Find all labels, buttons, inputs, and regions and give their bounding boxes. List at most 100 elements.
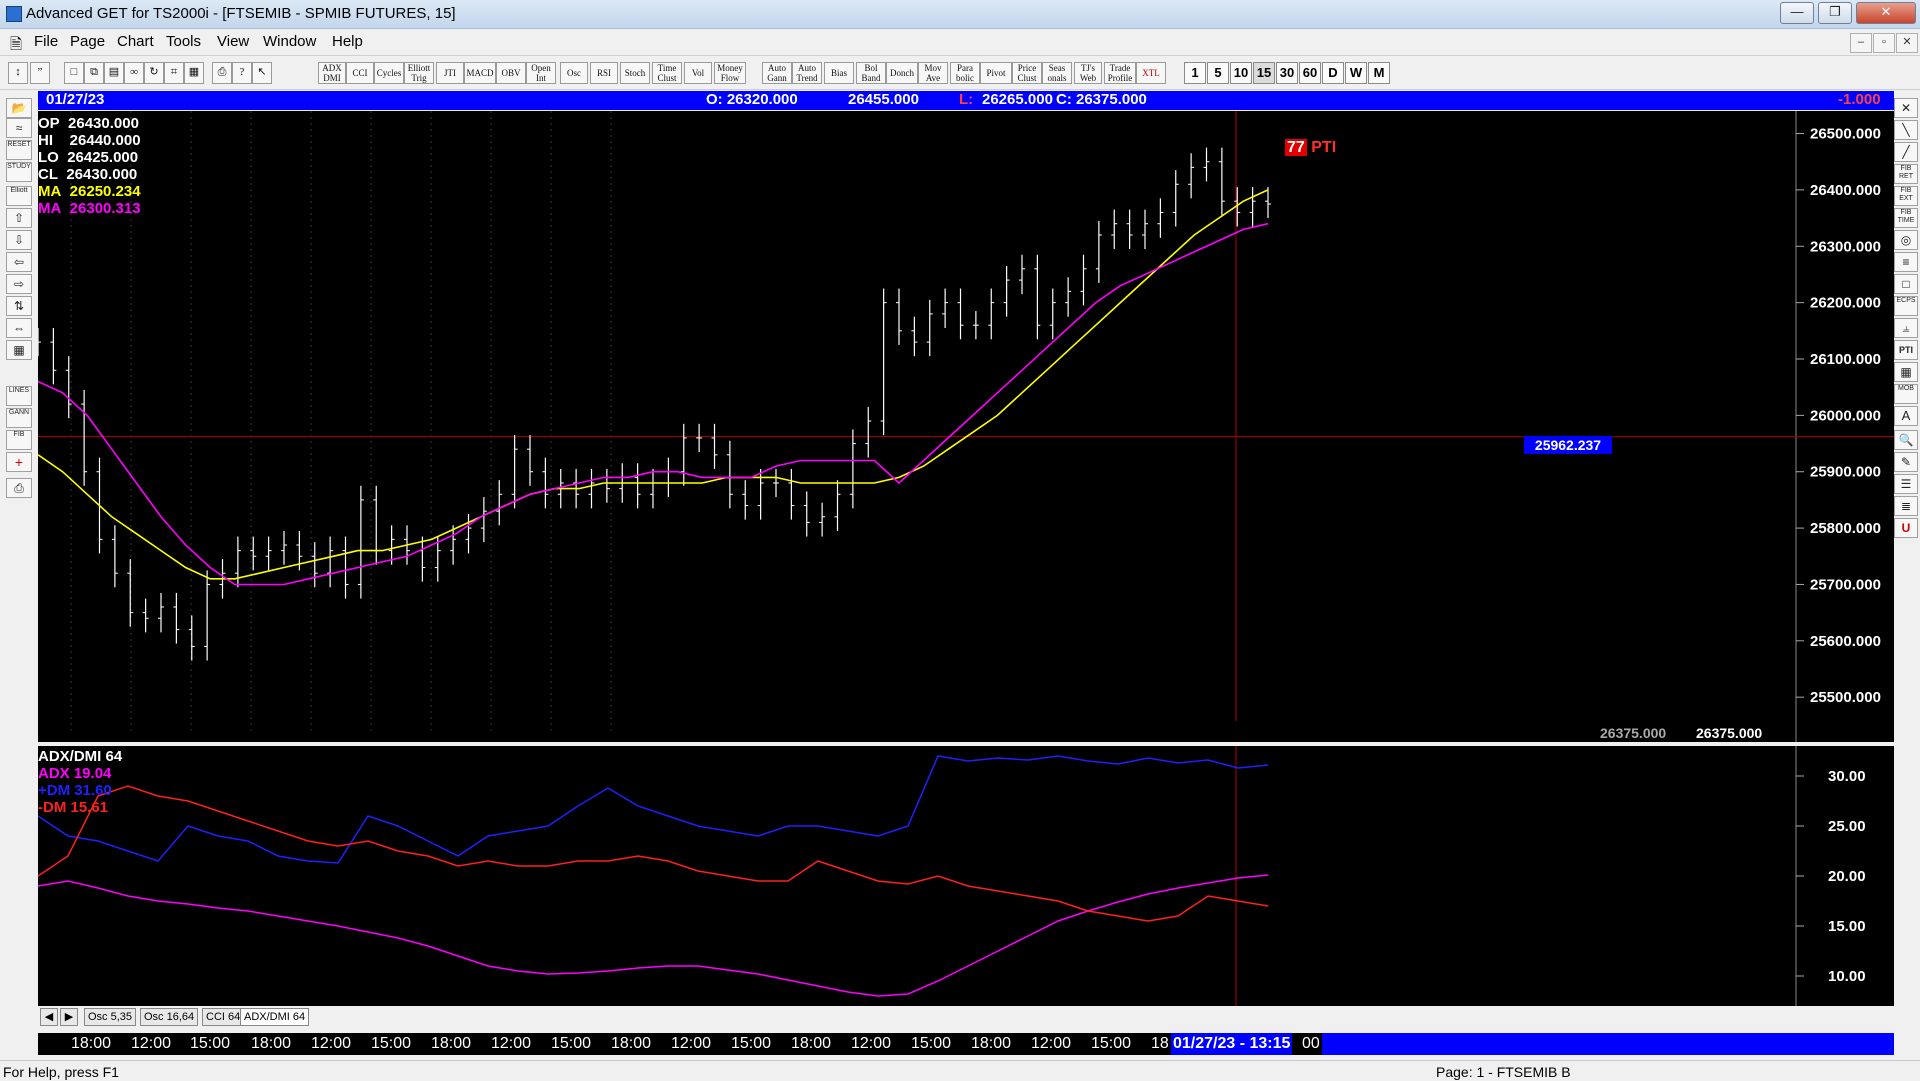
study-osc-button[interactable]: Osc (560, 62, 588, 84)
reset-tool-button[interactable]: RESET (6, 140, 32, 160)
mdi-minimize-button[interactable]: – (1850, 33, 1872, 53)
timeframe-60-button[interactable]: 60 (1299, 62, 1321, 84)
copy-icon[interactable]: ⧉ (84, 62, 104, 84)
new-page-icon[interactable]: □ (64, 62, 84, 84)
menu-file[interactable]: File (34, 33, 58, 50)
study-auto-trend-button[interactable]: Auto Trend (792, 62, 822, 84)
timeframe-5-button[interactable]: 5 (1207, 62, 1229, 84)
layers-icon[interactable]: ☰ (1894, 474, 1918, 494)
tab-scroll-left-icon[interactable]: ◀ (40, 1008, 58, 1026)
mdi-restore-button[interactable]: ▫ (1873, 33, 1895, 53)
study-cci-button[interactable]: CCI (346, 62, 374, 84)
trendline-icon[interactable]: ╲ (1894, 120, 1918, 140)
pointer-icon[interactable]: ↕ (8, 62, 28, 84)
folder-tool-icon[interactable]: 📂 (6, 98, 32, 118)
timeframe-monthly-button[interactable]: M (1368, 62, 1390, 84)
study-open-int-button[interactable]: Open Int (526, 62, 556, 84)
list-icon[interactable]: ≣ (1894, 496, 1918, 516)
close-button[interactable]: ✕ (1856, 2, 1916, 24)
study-macd-button[interactable]: MACD (464, 62, 496, 84)
study-rsi-button[interactable]: RSI (590, 62, 618, 84)
grid-icon[interactable]: ⌗ (164, 62, 184, 84)
study-price-clust-button[interactable]: Price Clust (1012, 62, 1042, 84)
ecps-button[interactable]: ECPS (1894, 296, 1918, 316)
table-icon[interactable]: ▦ (6, 340, 32, 360)
draw-line-icon[interactable]: ╱ (1894, 142, 1918, 162)
print-chart-icon[interactable]: ⎙ (6, 478, 32, 498)
study-tool-button[interactable]: STUDY (6, 162, 32, 182)
print-icon[interactable]: ⎙ (212, 62, 232, 84)
study-money-flow-button[interactable]: Money Flow (714, 62, 746, 84)
open-icon[interactable]: ▤ (104, 62, 124, 84)
grid-tool-icon[interactable]: ▦ (1894, 362, 1918, 382)
menu-page[interactable]: Page (70, 33, 105, 50)
timeframe-daily-button[interactable]: D (1322, 62, 1344, 84)
menu-window[interactable]: Window (263, 33, 316, 50)
study-auto-gann-button[interactable]: Auto Gann (762, 62, 792, 84)
study-stoch-button[interactable]: Stoch (620, 62, 650, 84)
tab-adx-dmi-64[interactable]: ADX/DMI 64 (240, 1008, 310, 1026)
lines-tool-button[interactable]: LINES (6, 386, 32, 406)
fan-icon[interactable]: ≡ (1894, 252, 1918, 272)
study-time-clust-button[interactable]: Time Clust (652, 62, 682, 84)
crosshair-icon[interactable]: + (6, 452, 32, 472)
minimize-button[interactable]: — (1780, 2, 1814, 24)
study-parabolic-button[interactable]: Para bolic (950, 62, 980, 84)
study-xtl-button[interactable]: XTL (1136, 62, 1166, 84)
mdi-close-button[interactable]: ✕ (1896, 33, 1918, 53)
arrow-down-icon[interactable]: ⇩ (6, 230, 32, 250)
study-pivot-button[interactable]: Pivot (980, 62, 1012, 84)
cycle-icon[interactable]: ◎ (1894, 230, 1918, 250)
text-tool-icon[interactable]: A (1894, 406, 1918, 426)
mob-button[interactable]: MOB (1894, 384, 1918, 404)
study-adx-dmi-button[interactable]: ADX DMI (318, 62, 346, 84)
study-mov-ave-button[interactable]: Mov Ave (918, 62, 948, 84)
quote-icon[interactable]: ” (30, 62, 50, 84)
chart-tool-icon[interactable]: ≈ (6, 118, 32, 138)
adx-dmi-svg[interactable]: 10.00 15.00 20.00 25.00 30.00 (37, 746, 1894, 1006)
study-tjs-web-button[interactable]: TJ's Web (1074, 62, 1102, 84)
fib-ext-button[interactable]: FIB EXT (1894, 186, 1918, 206)
menu-chart[interactable]: Chart (117, 33, 154, 50)
zoom-icon[interactable]: 🔍 (1894, 430, 1918, 450)
tab-scroll-right-icon[interactable]: ▶ (60, 1008, 78, 1026)
study-vol-button[interactable]: Vol (684, 62, 712, 84)
close-tool-icon[interactable]: ✕ (1894, 98, 1918, 118)
undo-icon[interactable]: U (1894, 518, 1918, 538)
arrow-left-icon[interactable]: ⇦ (6, 252, 32, 272)
expand-icon[interactable]: ⇔ (6, 318, 32, 338)
link-icon[interactable]: ∞ (124, 62, 144, 84)
study-donch-button[interactable]: Donch (886, 62, 918, 84)
marker-icon[interactable]: ✎ (1894, 452, 1918, 472)
pti-button[interactable]: PTI (1894, 340, 1918, 360)
arrow-right-icon[interactable]: ⇨ (6, 274, 32, 294)
help-icon[interactable]: ? (232, 62, 252, 84)
tab-cci-64[interactable]: CCI 64 (202, 1008, 245, 1026)
timeframe-10-button[interactable]: 10 (1230, 62, 1252, 84)
study-bol-band-button[interactable]: Bol Band (856, 62, 886, 84)
study-jti-button[interactable]: JTI (436, 62, 464, 84)
tab-osc-5-35[interactable]: Osc 5,35 (84, 1008, 137, 1026)
elliott-tool-button[interactable]: Elliott (6, 186, 32, 206)
menu-help[interactable]: Help (332, 33, 363, 50)
refresh-icon[interactable]: ↻ (144, 62, 164, 84)
study-bias-button[interactable]: Bias (824, 62, 854, 84)
study-elliott-trig-button[interactable]: Elliott Trig (404, 62, 434, 84)
price-chart[interactable]: 25500.000 25600.000 25700.000 25800.000 2590… (35, 111, 1916, 742)
pitchfork-icon[interactable]: ⫨ (1894, 318, 1918, 338)
arrow-up-icon[interactable]: ⇧ (6, 208, 32, 228)
maximize-button[interactable]: ❐ (1818, 2, 1852, 24)
compress-icon[interactable]: ⇅ (6, 296, 32, 316)
context-help-icon[interactable]: ↖ (252, 62, 272, 84)
gann-tool-button[interactable]: GANN (6, 408, 32, 428)
study-cycles-button[interactable]: Cycles (374, 62, 404, 84)
adx-dmi-panel[interactable]: 10.00 15.00 20.00 25.00 30.00 ADX/DMI 64 ADX… (37, 746, 1894, 1006)
timeframe-15-button[interactable]: 15 (1253, 62, 1275, 84)
study-obv-button[interactable]: OBV (496, 62, 526, 84)
timeframe-1-button[interactable]: 1 (1184, 62, 1206, 84)
menu-view[interactable]: View (217, 33, 249, 50)
fib-ret-button[interactable]: FIB RET (1894, 164, 1918, 184)
layout-icon[interactable]: ▦ (184, 62, 204, 84)
fib-tool-button[interactable]: FIB (6, 430, 32, 450)
fib-time-button[interactable]: FIB TIME (1894, 208, 1918, 228)
